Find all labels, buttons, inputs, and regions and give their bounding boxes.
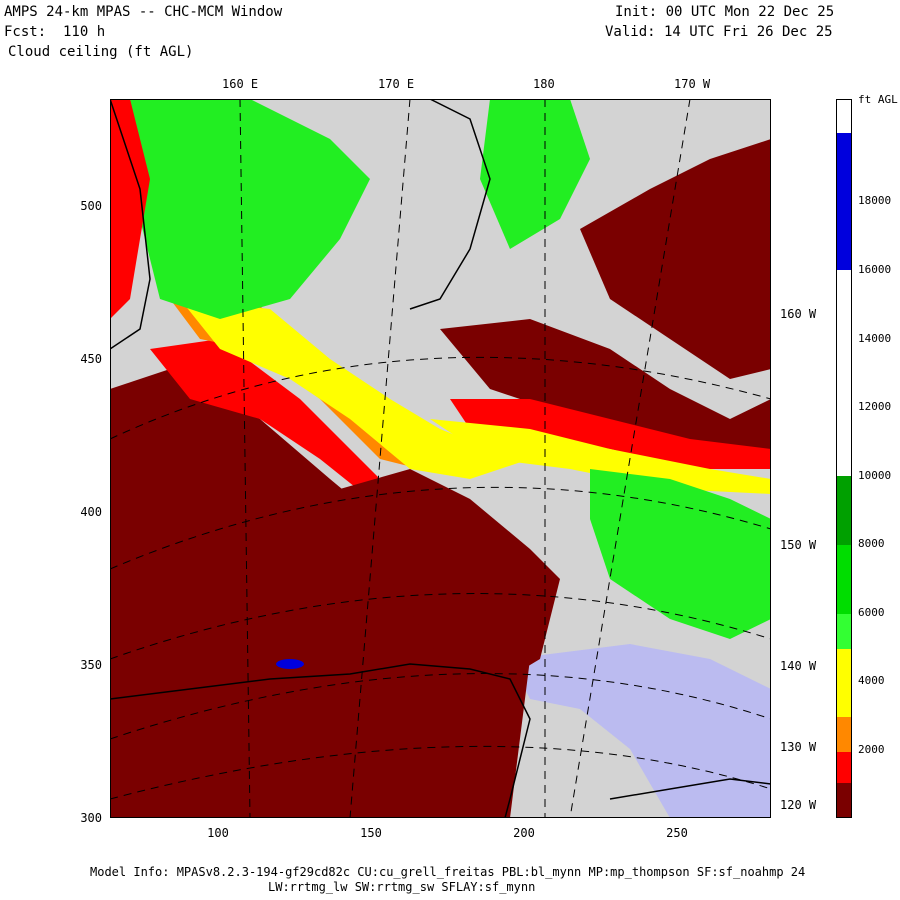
cb-red	[837, 752, 851, 783]
lon-label-140w: 140 W	[780, 659, 817, 673]
cb-label-18000: 18000	[858, 194, 892, 207]
x-tick-200: 200	[513, 826, 535, 840]
forecast-hour: Fcst: 110 h	[4, 24, 106, 40]
blue-patch	[276, 659, 304, 669]
cb-label-4000: 4000	[858, 674, 885, 687]
cb-label-16000: 16000	[858, 263, 892, 276]
lon-label-120w: 120 W	[780, 798, 817, 812]
cb-label-10000: 10000	[858, 469, 892, 482]
lon-label-180: 180	[533, 77, 555, 91]
map-panel	[110, 99, 771, 818]
cb-dark-red	[837, 783, 851, 817]
valid-time: Valid: 14 UTC Fri 26 Dec 25	[605, 24, 833, 40]
init-time: Init: 00 UTC Mon 22 Dec 25	[615, 4, 835, 20]
x-tick-150: 150	[360, 826, 382, 840]
cb-label-8000: 8000	[858, 537, 885, 550]
cb-label-2000: 2000	[858, 743, 885, 756]
lon-label-170w: 170 W	[674, 77, 711, 91]
lon-label-130w: 130 W	[780, 740, 817, 754]
cb-label-12000: 12000	[858, 400, 892, 413]
lon-label-170e: 170 E	[378, 77, 415, 91]
model-info-line1: Model Info: MPASv8.2.3-194-gf29cd82c CU:…	[90, 865, 806, 879]
cb-green	[837, 545, 851, 614]
colorbar	[836, 99, 852, 818]
cb-blue	[837, 133, 851, 270]
cb-light-green	[837, 614, 851, 649]
cb-white	[837, 270, 851, 476]
x-tick-250: 250	[666, 826, 688, 840]
cb-orange	[837, 717, 851, 752]
y-tick-400: 400	[80, 505, 102, 519]
y-tick-500: 500	[80, 199, 102, 213]
cb-white-top	[837, 100, 851, 133]
y-tick-300: 300	[80, 811, 102, 825]
y-tick-450: 450	[80, 352, 102, 366]
colorbar-unit: ft AGL	[858, 93, 898, 106]
cb-yellow	[837, 649, 851, 717]
lon-label-150w: 150 W	[780, 538, 817, 552]
lon-label-160e: 160 E	[222, 77, 259, 91]
map-title: AMPS 24-km MPAS -- CHC-MCM Window	[4, 4, 283, 20]
field-name: Cloud ceiling (ft AGL)	[8, 44, 194, 60]
model-info-line2: LW:rrtmg_lw SW:rrtmg_sw SFLAY:sf_mynn	[268, 880, 536, 894]
cloud-ceiling-map	[110, 99, 771, 818]
cb-dark-green	[837, 476, 851, 545]
cb-label-6000: 6000	[858, 606, 885, 619]
y-tick-350: 350	[80, 658, 102, 672]
lon-label-160w: 160 W	[780, 307, 817, 321]
cb-label-14000: 14000	[858, 332, 892, 345]
x-tick-100: 100	[207, 826, 229, 840]
